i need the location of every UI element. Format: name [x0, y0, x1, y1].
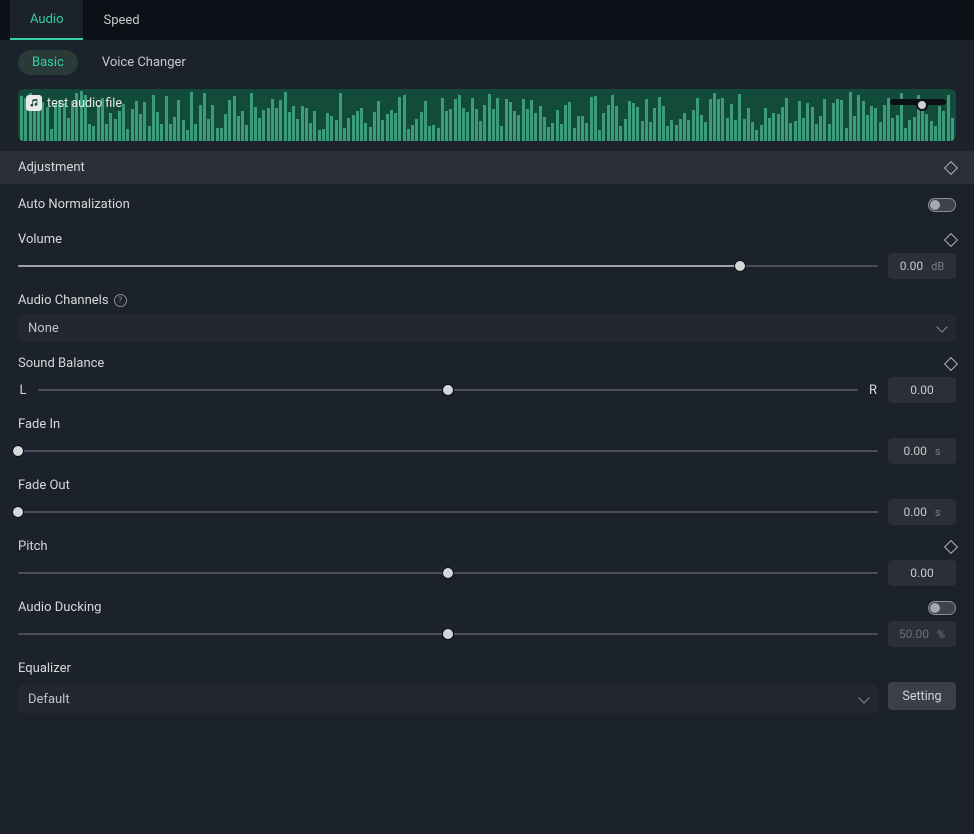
pitch-value-input[interactable]: 0.00 [888, 560, 956, 586]
audio-channels-dropdown[interactable]: None [18, 314, 956, 342]
fade-in-slider-thumb[interactable] [12, 445, 24, 457]
pitch-slider[interactable] [18, 566, 878, 580]
equalizer-label: Equalizer [18, 661, 71, 676]
pitch-value: 0.00 [910, 566, 933, 580]
fade-out-value-input[interactable]: 0.00 s [888, 499, 956, 525]
waveform-preview[interactable]: test audio file [18, 89, 956, 141]
waveform-bars [18, 89, 956, 141]
subtab-voice-changer[interactable]: Voice Changer [88, 50, 200, 75]
fade-out-value: 0.00 [903, 505, 926, 519]
audio-ducking-slider-thumb[interactable] [442, 628, 454, 640]
sound-balance-value: 0.00 [910, 383, 933, 397]
fade-in-value: 0.00 [903, 444, 926, 458]
pitch-slider-thumb[interactable] [442, 567, 454, 579]
fade-in-value-input[interactable]: 0.00 s [888, 438, 956, 464]
audio-ducking-unit: % [937, 628, 945, 641]
equalizer-selected: Default [28, 692, 70, 707]
chevron-down-icon [858, 692, 869, 703]
pitch-keyframe-icon[interactable] [944, 539, 958, 553]
equalizer-setting-button[interactable]: Setting [888, 682, 956, 710]
sound-balance-slider-thumb[interactable] [442, 384, 454, 396]
settings-scroll-area[interactable]: Basic Voice Changer test audio file Adju… [0, 40, 974, 834]
audio-ducking-value: 50.00 [899, 627, 929, 641]
fade-out-slider[interactable] [18, 505, 878, 519]
fade-out-label: Fade Out [18, 478, 70, 493]
audio-ducking-toggle[interactable] [928, 601, 956, 615]
volume-value-input[interactable]: 0.00 dB [888, 253, 956, 279]
sound-balance-value-input[interactable]: 0.00 [888, 377, 956, 403]
section-adjustment-header[interactable]: Adjustment [0, 151, 974, 184]
volume-unit: dB [931, 260, 944, 273]
audio-ducking-slider[interactable] [18, 627, 878, 641]
volume-label: Volume [18, 232, 62, 247]
audio-channels-label: Audio Channels ? [18, 293, 127, 308]
subtab-basic[interactable]: Basic [18, 50, 78, 75]
chevron-down-icon [936, 321, 947, 332]
audio-file-icon [26, 95, 42, 111]
volume-keyframe-icon[interactable] [944, 232, 958, 246]
pitch-label: Pitch [18, 539, 48, 554]
sound-balance-left-label: L [18, 383, 28, 398]
sound-balance-keyframe-icon[interactable] [944, 356, 958, 370]
equalizer-dropdown[interactable]: Default [18, 685, 878, 713]
help-icon[interactable]: ? [114, 294, 127, 307]
main-tabs: Audio Speed [0, 0, 974, 40]
audio-ducking-value-input[interactable]: 50.00 % [888, 621, 956, 647]
tab-audio[interactable]: Audio [10, 0, 83, 40]
fade-in-label: Fade In [18, 417, 60, 432]
sound-balance-label: Sound Balance [18, 356, 104, 371]
volume-slider-thumb[interactable] [734, 260, 746, 272]
audio-ducking-label: Audio Ducking [18, 600, 101, 615]
tab-speed[interactable]: Speed [83, 0, 159, 40]
keyframe-adjustment-icon[interactable] [944, 160, 958, 174]
volume-value: 0.00 [900, 259, 923, 273]
section-adjustment-label: Adjustment [18, 160, 85, 175]
fade-out-slider-thumb[interactable] [12, 506, 24, 518]
volume-slider[interactable] [18, 259, 878, 273]
waveform-title: test audio file [47, 96, 122, 111]
auto-normalization-label: Auto Normalization [18, 197, 130, 212]
auto-normalization-toggle[interactable] [928, 198, 956, 212]
sound-balance-right-label: R [868, 383, 878, 398]
fade-in-unit: s [935, 445, 941, 458]
fade-in-slider[interactable] [18, 444, 878, 458]
sub-tabs: Basic Voice Changer [0, 40, 974, 79]
waveform-playhead-handle[interactable] [916, 99, 928, 111]
sound-balance-slider[interactable] [38, 383, 858, 397]
audio-channels-selected: None [28, 321, 59, 336]
fade-out-unit: s [935, 506, 941, 519]
